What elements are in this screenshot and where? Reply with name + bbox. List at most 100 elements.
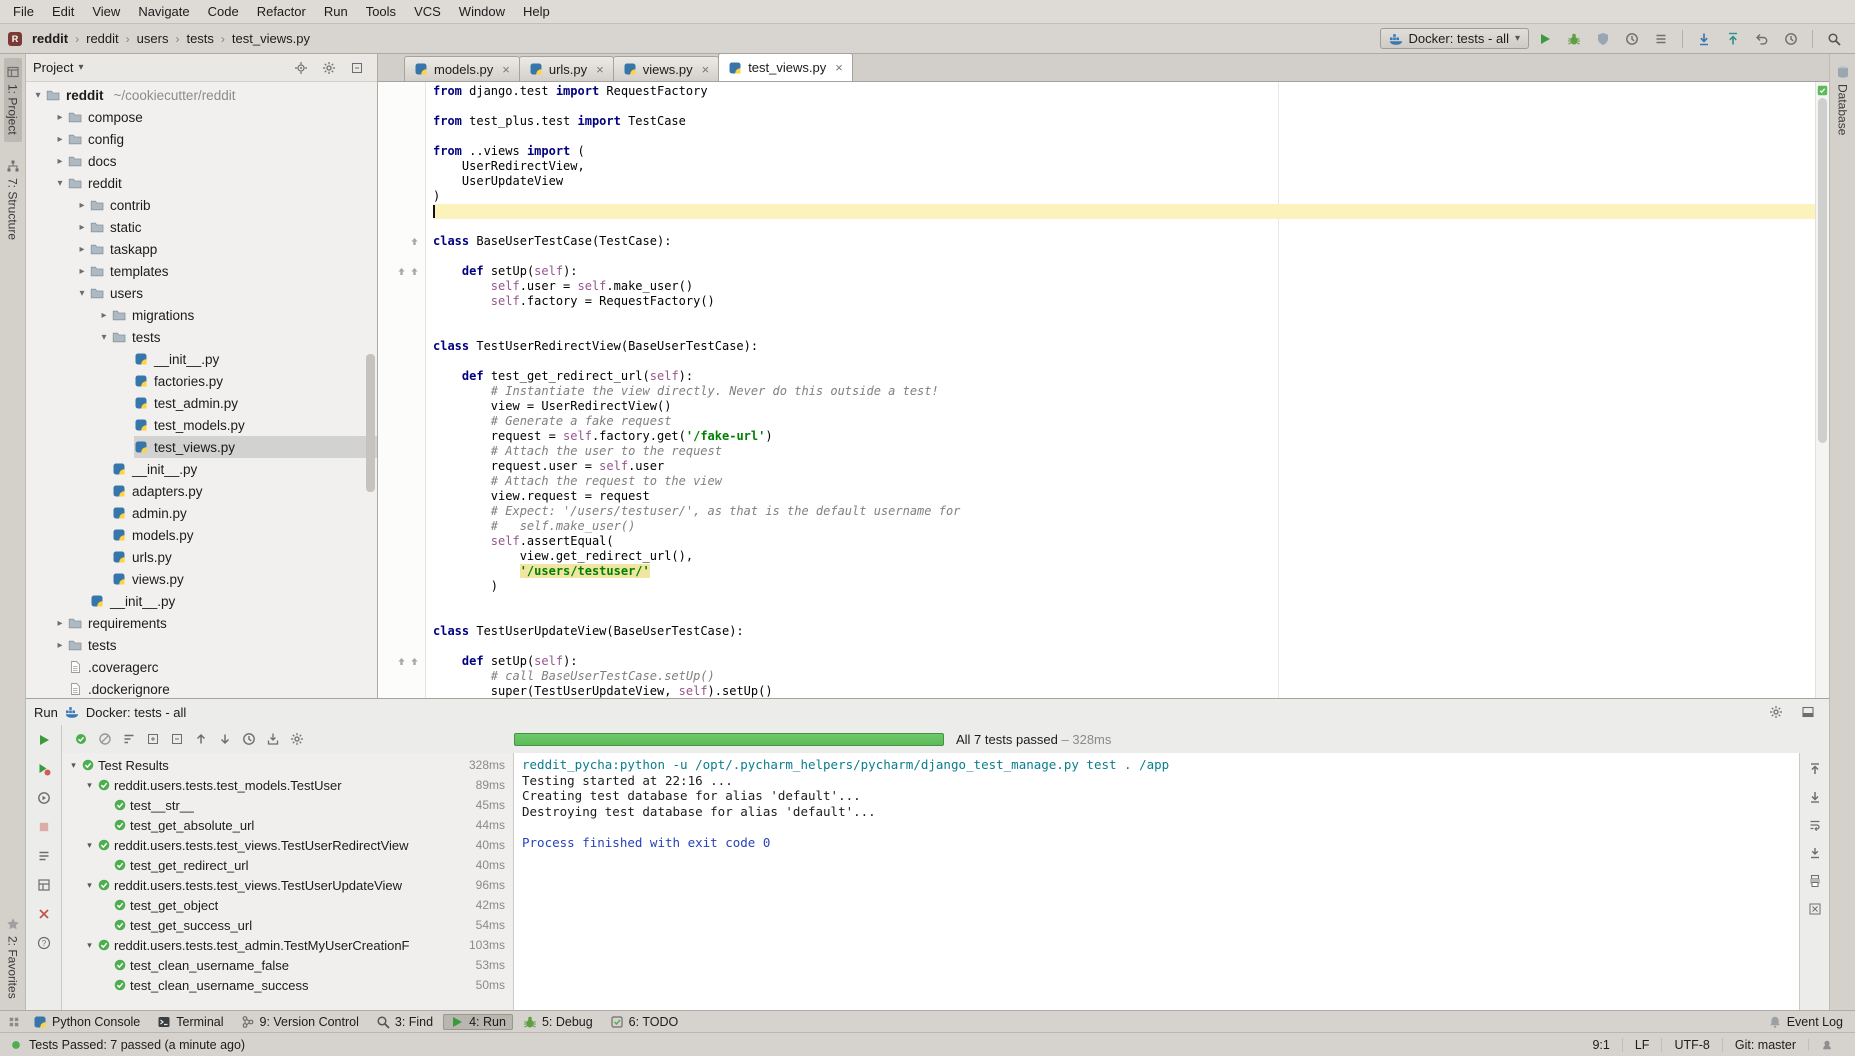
project-tree-item[interactable]: admin.py: [26, 502, 377, 524]
project-tree-item[interactable]: __init__.py: [26, 458, 377, 480]
code-line[interactable]: [433, 609, 1829, 624]
code-line[interactable]: # Attach the user to the request: [433, 444, 1829, 459]
menu-window[interactable]: Window: [450, 1, 514, 22]
code-line[interactable]: UserRedirectView,: [433, 159, 1829, 174]
editor-tab-urls-py[interactable]: urls.py×: [519, 56, 614, 81]
show-passed-button[interactable]: [70, 728, 92, 750]
code-line[interactable]: [433, 594, 1829, 609]
show-ignored-button[interactable]: [94, 728, 116, 750]
expand-arrow-icon[interactable]: ▸: [74, 266, 90, 277]
project-tree-item[interactable]: ▾tests: [26, 326, 377, 348]
locate-button[interactable]: [288, 56, 314, 80]
collapse-all-button[interactable]: [344, 56, 370, 80]
project-tree-item[interactable]: ▸migrations: [26, 304, 377, 326]
override-marker-icon[interactable]: [396, 656, 407, 667]
collapse-arrow-icon[interactable]: ▾: [30, 90, 46, 101]
menu-vcs[interactable]: VCS: [405, 1, 450, 22]
code-line[interactable]: def test_get_redirect_url(self):: [433, 369, 1829, 384]
test-tree-item[interactable]: ▾reddit.users.tests.test_views.TestUserU…: [62, 875, 513, 895]
project-tree-item[interactable]: ▾reddit~/cookiecutter/reddit: [26, 84, 377, 106]
code-line[interactable]: # call BaseUserTestCase.setUp(): [433, 669, 1829, 684]
help-button[interactable]: ?: [31, 931, 57, 955]
code-line[interactable]: [433, 129, 1829, 144]
code-line[interactable]: self.user = self.make_user(): [433, 279, 1829, 294]
expand-arrow-icon[interactable]: ▸: [52, 112, 68, 123]
close-icon[interactable]: ×: [596, 63, 604, 76]
project-tree-item[interactable]: __init__.py: [26, 348, 377, 370]
toolwindow-grid-button[interactable]: [5, 1013, 23, 1031]
test-tree-item[interactable]: test_get_success_url54ms: [62, 915, 513, 935]
code-line[interactable]: [433, 249, 1829, 264]
debug-button[interactable]: [1561, 27, 1587, 51]
expand-arrow-icon[interactable]: ▸: [96, 310, 112, 321]
project-tree-item[interactable]: ▸contrib: [26, 194, 377, 216]
breadcrumb-item[interactable]: users: [132, 29, 174, 48]
run-dashboard-button[interactable]: [1648, 27, 1674, 51]
status-message[interactable]: Tests Passed: 7 passed (a minute ago): [29, 1038, 245, 1052]
history-button[interactable]: [1778, 27, 1804, 51]
project-tree-item[interactable]: adapters.py: [26, 480, 377, 502]
tool-tab-favorites[interactable]: 2: Favorites: [4, 910, 22, 1006]
sort-button[interactable]: [118, 728, 140, 750]
commit-changes-button[interactable]: [1720, 27, 1746, 51]
test-tree-item[interactable]: test_clean_username_success50ms: [62, 975, 513, 995]
expand-arrow-icon[interactable]: ▸: [52, 640, 68, 651]
collapse-arrow-icon[interactable]: ▾: [82, 780, 97, 791]
menu-navigate[interactable]: Navigate: [129, 1, 198, 22]
project-tree-item[interactable]: ▸taskapp: [26, 238, 377, 260]
next-failed-button[interactable]: [214, 728, 236, 750]
encoding-widget[interactable]: UTF-8: [1661, 1038, 1721, 1052]
project-tree-item[interactable]: ▸static: [26, 216, 377, 238]
run-button[interactable]: [1532, 27, 1558, 51]
project-tree-item[interactable]: ▸compose: [26, 106, 377, 128]
project-tree-item[interactable]: test_admin.py: [26, 392, 377, 414]
project-tree-item[interactable]: ▸tests: [26, 634, 377, 656]
code-line[interactable]: self.assertEqual(: [433, 534, 1829, 549]
menu-edit[interactable]: Edit: [43, 1, 83, 22]
code-line[interactable]: class BaseUserTestCase(TestCase):: [433, 234, 1829, 249]
breadcrumb-item[interactable]: test_views.py: [227, 29, 315, 48]
restore-button[interactable]: [31, 873, 57, 897]
toolwindow-button-event-log[interactable]: Event Log: [1761, 1014, 1850, 1030]
code-line[interactable]: from test_plus.test import TestCase: [433, 114, 1829, 129]
project-tree-item[interactable]: ▸templates: [26, 260, 377, 282]
test-tree-item[interactable]: test_get_absolute_url44ms: [62, 815, 513, 835]
code-line[interactable]: super(TestUserUpdateView, self).setUp(): [433, 684, 1829, 698]
code-line[interactable]: request = self.factory.get('/fake-url'): [433, 429, 1829, 444]
test-tree-item[interactable]: test_clean_username_false53ms: [62, 955, 513, 975]
run-config-select[interactable]: Docker: tests - all ▾: [1380, 28, 1529, 49]
breadcrumb-item[interactable]: tests: [181, 29, 218, 48]
collapse-arrow-icon[interactable]: ▾: [82, 940, 97, 951]
project-tree-item[interactable]: .dockerignore: [26, 678, 377, 698]
toolwindow-button-python-console[interactable]: Python Console: [26, 1014, 147, 1030]
clear-button[interactable]: [1804, 898, 1826, 920]
collapse-all-button[interactable]: [166, 728, 188, 750]
code-line[interactable]: [433, 639, 1829, 654]
menu-code[interactable]: Code: [199, 1, 248, 22]
code-line[interactable]: UserUpdateView: [433, 174, 1829, 189]
project-tree-item[interactable]: ▾users: [26, 282, 377, 304]
code-line[interactable]: # Expect: '/users/testuser/', as that is…: [433, 504, 1829, 519]
hector-icon[interactable]: [1808, 1039, 1845, 1051]
collapse-arrow-icon[interactable]: ▾: [82, 880, 97, 891]
line-separator-widget[interactable]: LF: [1622, 1038, 1662, 1052]
code-line[interactable]: view = UserRedirectView(): [433, 399, 1829, 414]
editor-tab-views-py[interactable]: views.py×: [613, 56, 719, 81]
toolwindow-button-terminal[interactable]: Terminal: [150, 1014, 230, 1030]
soft-wrap-button[interactable]: [1804, 814, 1826, 836]
code-line[interactable]: # Attach the request to the view: [433, 474, 1829, 489]
code-line[interactable]: class TestUserRedirectView(BaseUserTestC…: [433, 339, 1829, 354]
close-button[interactable]: [31, 902, 57, 926]
collapse-arrow-icon[interactable]: ▾: [52, 178, 68, 189]
git-branch-widget[interactable]: Git: master: [1722, 1038, 1808, 1052]
code-line[interactable]: [433, 219, 1829, 234]
expand-arrow-icon[interactable]: ▸: [52, 134, 68, 145]
run-with-coverage-button[interactable]: [1590, 27, 1616, 51]
code-line[interactable]: def setUp(self):: [433, 654, 1829, 669]
project-tree-item[interactable]: ▸requirements: [26, 612, 377, 634]
expand-all-button[interactable]: [142, 728, 164, 750]
toolwindow-button-version-control[interactable]: 9: Version Control: [234, 1014, 366, 1030]
close-icon[interactable]: ×: [702, 63, 710, 76]
tool-tab-structure[interactable]: 7: Structure: [4, 152, 22, 247]
stop-button[interactable]: [31, 815, 57, 839]
